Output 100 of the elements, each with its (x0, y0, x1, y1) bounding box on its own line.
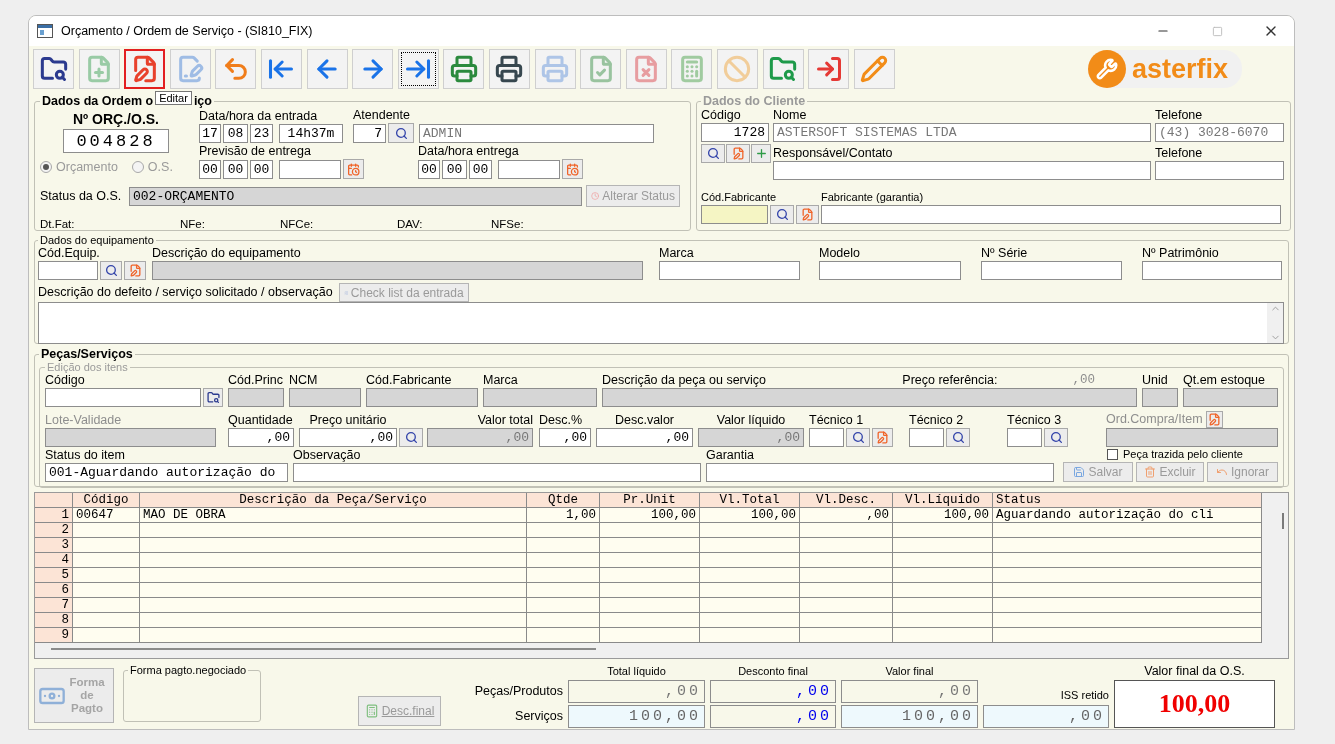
year-field[interactable]: 00 (469, 160, 492, 179)
lookup-button[interactable] (946, 428, 970, 447)
column-label: Total líquido (606, 664, 667, 678)
input-field[interactable] (773, 161, 1151, 180)
field-label: Garantia (706, 448, 755, 463)
input-field[interactable]: ASTERSOFT SISTEMAS LTDA (773, 123, 1151, 142)
document-label: NFSe: (491, 217, 525, 232)
group-title: Dados da Ordem o (42, 94, 154, 108)
clock-icon (591, 190, 600, 202)
year-field[interactable]: 00 (250, 160, 273, 179)
table-cell (73, 523, 140, 538)
calculator-icon (364, 704, 379, 718)
input-field[interactable] (909, 428, 944, 447)
row-number: 8 (35, 613, 73, 628)
table-cell (73, 553, 140, 568)
lookup-button[interactable] (846, 428, 870, 447)
field-label: Status do item (45, 448, 126, 463)
year-field[interactable]: 23 (250, 124, 273, 143)
input-field[interactable]: ADMIN (419, 124, 654, 143)
month-field[interactable]: 00 (223, 160, 248, 179)
input-field[interactable] (483, 388, 597, 407)
lookup-button[interactable] (770, 205, 794, 224)
field-label: Quantidade (228, 413, 294, 428)
calendar-button[interactable] (562, 159, 583, 179)
day-field[interactable]: 00 (199, 160, 221, 179)
input-field[interactable] (45, 388, 201, 407)
wrench-icon (1095, 58, 1118, 80)
folder-search-icon (39, 55, 68, 83)
input-field[interactable]: (43) 3028-6070 (1155, 123, 1284, 142)
input-field[interactable] (981, 261, 1122, 280)
column-label: Valor final (884, 664, 935, 678)
field-label: Lote-Validade (45, 413, 123, 428)
scrollbar (1282, 513, 1284, 529)
tooltip: Editar (155, 91, 192, 105)
input-field[interactable] (819, 261, 961, 280)
edit-button[interactable] (796, 205, 819, 224)
document-pen-icon (176, 55, 205, 83)
field-label: Nº Série (981, 246, 1029, 261)
time-field[interactable] (498, 160, 560, 179)
input-field[interactable] (152, 261, 643, 280)
input-field[interactable] (366, 388, 478, 407)
field-label: Código (701, 108, 742, 123)
input-field[interactable] (1183, 388, 1278, 407)
time-field[interactable] (279, 160, 341, 179)
input-field[interactable] (1142, 261, 1282, 280)
search-icon (104, 264, 118, 277)
input-field[interactable]: 7 (353, 124, 386, 143)
input-field[interactable] (38, 261, 98, 280)
add-button[interactable] (751, 144, 771, 163)
edit-button[interactable] (1205, 411, 1223, 428)
month-field[interactable]: 00 (442, 160, 467, 179)
lookup-button[interactable] (388, 123, 414, 143)
field-label: Observação (293, 448, 362, 463)
input-field[interactable]: ,00 (299, 428, 397, 447)
edit-button[interactable] (872, 428, 893, 447)
time-field[interactable]: 14h37m (279, 124, 343, 143)
day-field[interactable]: 17 (199, 124, 221, 143)
edit-button[interactable] (124, 261, 146, 280)
input-field[interactable] (701, 205, 768, 224)
total-field: ,00 (568, 680, 705, 703)
input-field[interactable] (1007, 428, 1042, 447)
input-field[interactable] (809, 428, 844, 447)
app-icon (37, 24, 53, 38)
field-label: Código (45, 373, 86, 388)
input-field[interactable] (293, 463, 701, 482)
lookup-button[interactable] (701, 144, 725, 163)
table-cell: ,00 (800, 508, 893, 523)
table-cell (73, 628, 140, 643)
input-field[interactable]: ,00 (539, 428, 591, 447)
edit-button[interactable] (726, 144, 750, 163)
calendar-button[interactable] (343, 159, 364, 179)
input-field[interactable] (706, 463, 1054, 482)
search-button[interactable] (203, 388, 223, 407)
month-field[interactable]: 08 (223, 124, 248, 143)
lookup-button[interactable] (1044, 428, 1068, 447)
document-pen-icon (1207, 413, 1221, 426)
input-field[interactable] (821, 205, 1281, 224)
field-label: Telefone (1155, 146, 1204, 161)
lookup-button[interactable] (399, 428, 423, 447)
pencil-icon (860, 55, 889, 83)
input-field[interactable] (602, 388, 1137, 407)
input-field[interactable] (659, 261, 800, 280)
input-field[interactable]: 1728 (701, 123, 769, 142)
table-header (35, 493, 73, 508)
column-header: Qtde (527, 493, 600, 508)
input-field[interactable]: 001-Aguardando autorização do (45, 463, 288, 482)
table-cell: 100,00 (893, 508, 993, 523)
input-field[interactable] (228, 388, 284, 407)
input-field[interactable] (1155, 161, 1284, 180)
input-field[interactable]: ,00 (596, 428, 693, 447)
field-label: Valor final da O.S. (1143, 664, 1246, 678)
total-field: ,00 (841, 680, 978, 703)
checkbox[interactable]: Peça trazida pelo cliente (1107, 448, 1278, 460)
field-label: Status da O.S. (40, 188, 123, 204)
input-field[interactable] (1142, 388, 1178, 407)
day-field[interactable]: 00 (418, 160, 440, 179)
lookup-button[interactable] (100, 261, 122, 280)
document-pen-icon (801, 208, 814, 221)
input-field[interactable]: ,00 (228, 428, 294, 447)
input-field[interactable] (289, 388, 361, 407)
